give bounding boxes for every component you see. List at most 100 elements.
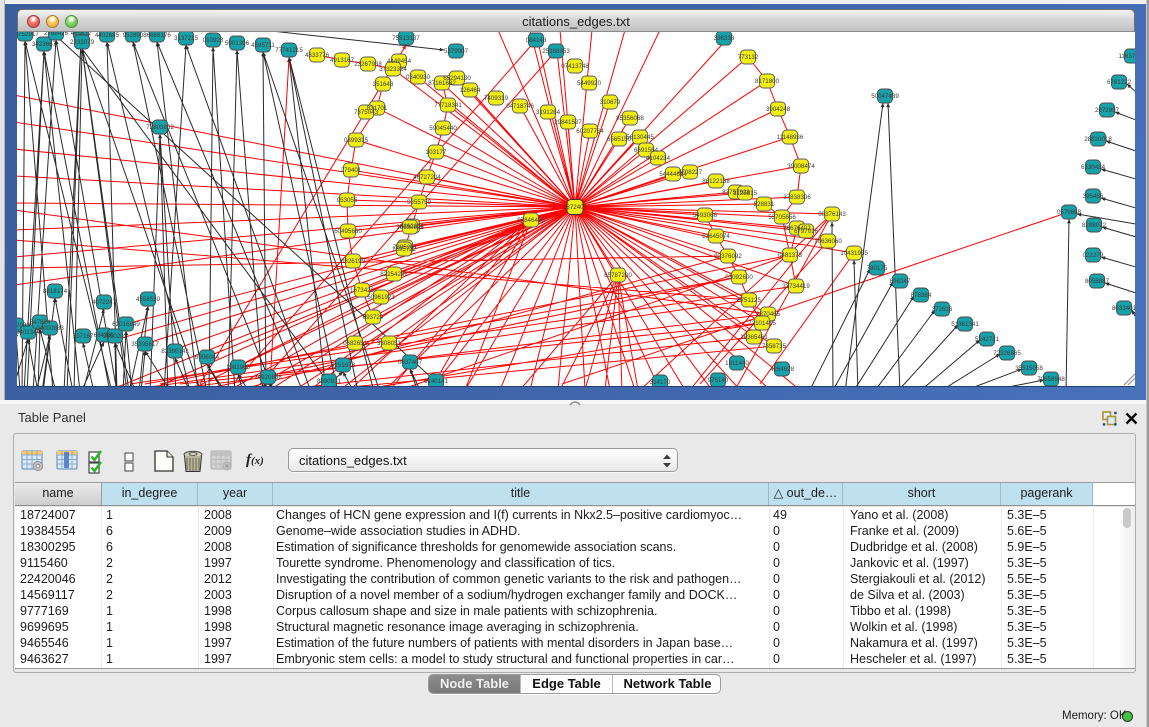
svg-text:59045440: 59045440 — [429, 125, 457, 132]
svg-text:53705656: 53705656 — [768, 214, 796, 221]
svg-text:2233079: 2233079 — [70, 39, 95, 46]
svg-text:7358735: 7358735 — [762, 343, 787, 350]
svg-text:60495660: 60495660 — [334, 228, 362, 235]
svg-text:4264628: 4264628 — [770, 366, 795, 373]
svg-text:50752917: 50752917 — [17, 32, 39, 38]
svg-text:3308051: 3308051 — [377, 340, 402, 347]
svg-text:2870465: 2870465 — [756, 311, 781, 318]
svg-text:773132: 773132 — [738, 54, 759, 61]
svg-text:0399315: 0399315 — [344, 137, 369, 144]
svg-text:4595711: 4595711 — [251, 42, 275, 49]
svg-text:50047439: 50047439 — [871, 93, 899, 100]
svg-text:1311440: 1311440 — [725, 360, 749, 367]
svg-text:4402685: 4402685 — [95, 32, 120, 39]
svg-text:24920868: 24920868 — [254, 374, 282, 381]
svg-text:2972997: 2972997 — [1095, 107, 1120, 114]
svg-text:6140141: 6140141 — [424, 378, 449, 385]
svg-text:51361341: 51361341 — [951, 321, 979, 328]
svg-text:86666176: 86666176 — [143, 32, 171, 39]
svg-text:72326865: 72326865 — [993, 350, 1021, 357]
svg-text:07413748: 07413748 — [561, 63, 589, 70]
svg-text:60207764: 60207764 — [576, 128, 604, 135]
svg-text:0837407: 0837407 — [398, 359, 423, 366]
svg-text:46727204: 46727204 — [413, 174, 441, 181]
svg-text:6797016: 6797016 — [794, 228, 819, 235]
svg-text:351643: 351643 — [373, 81, 394, 88]
svg-text:6330434: 6330434 — [1081, 164, 1106, 171]
svg-text:1695722: 1695722 — [392, 246, 417, 253]
svg-text:126464: 126464 — [460, 87, 481, 94]
svg-text:975140: 975140 — [708, 377, 729, 384]
svg-text:37323324: 37323324 — [379, 66, 407, 73]
svg-text:70658948: 70658948 — [1037, 376, 1065, 383]
svg-text:8890931: 8890931 — [317, 378, 342, 385]
svg-text:4072247: 4072247 — [92, 299, 117, 306]
svg-text:3137215: 3137215 — [174, 35, 199, 42]
svg-text:62016849: 62016849 — [112, 321, 140, 328]
svg-text:8171800: 8171800 — [755, 78, 780, 85]
svg-text:737167: 737167 — [73, 333, 94, 340]
svg-text:56130445: 56130445 — [626, 134, 654, 141]
svg-text:29841537: 29841537 — [554, 119, 582, 126]
svg-text:0340930: 0340930 — [406, 74, 431, 81]
svg-text:86122138: 86122138 — [702, 178, 730, 185]
svg-text:77718341: 77718341 — [434, 102, 462, 109]
svg-text:83380141: 83380141 — [161, 348, 189, 355]
svg-text:3125815: 3125815 — [733, 190, 758, 197]
svg-text:9355759: 9355759 — [407, 199, 432, 206]
svg-text:103177: 103177 — [426, 149, 447, 156]
svg-text:35205617: 35205617 — [131, 341, 159, 348]
svg-text:314170: 314170 — [650, 379, 671, 386]
svg-text:5901396: 5901396 — [225, 40, 250, 47]
svg-text:3191284: 3191284 — [536, 109, 561, 116]
svg-text:1982965: 1982965 — [226, 364, 251, 371]
svg-text:0682651: 0682651 — [343, 340, 368, 347]
svg-text:0481373: 0481373 — [778, 252, 803, 259]
svg-text:1673420: 1673420 — [350, 287, 375, 294]
svg-text:04000883: 04000883 — [36, 325, 64, 332]
svg-text:1872407: 1872407 — [563, 204, 588, 211]
svg-text:8288072: 8288072 — [1082, 222, 1107, 229]
svg-text:35515058: 35515058 — [1015, 365, 1043, 372]
svg-text:18365461: 18365461 — [740, 334, 768, 341]
svg-text:70636060: 70636060 — [814, 238, 842, 245]
svg-text:6751125: 6751125 — [737, 297, 761, 304]
svg-text:4913167: 4913167 — [330, 57, 355, 64]
svg-text:00376143: 00376143 — [818, 211, 846, 218]
svg-text:8058887: 8058887 — [1085, 278, 1110, 285]
svg-text:97846493: 97846493 — [517, 217, 545, 224]
svg-text:528831: 528831 — [754, 201, 775, 208]
svg-text:92376092: 92376092 — [714, 253, 742, 260]
svg-text:5242731: 5242731 — [975, 336, 1000, 343]
svg-text:36630626: 36630626 — [396, 224, 424, 231]
svg-text:4104234: 4104234 — [646, 155, 671, 162]
svg-text:04718746: 04718746 — [506, 103, 534, 110]
svg-text:50961923: 50961923 — [367, 294, 395, 301]
svg-text:465632: 465632 — [71, 32, 92, 37]
svg-text:279401: 279401 — [341, 167, 362, 174]
svg-text:2768426: 2768426 — [44, 32, 69, 37]
svg-text:3423667: 3423667 — [32, 41, 57, 48]
svg-text:83645074: 83645074 — [702, 233, 730, 240]
svg-text:3904248: 3904248 — [766, 106, 791, 113]
svg-text:03092600: 03092600 — [725, 274, 753, 281]
svg-text:8818174: 8818174 — [43, 288, 68, 295]
svg-text:65787200: 65787200 — [604, 272, 632, 279]
svg-text:336338: 336338 — [714, 35, 735, 42]
svg-text:022279: 022279 — [1083, 252, 1104, 259]
svg-text:0251678: 0251678 — [331, 362, 356, 369]
svg-text:54444634: 54444634 — [659, 171, 687, 178]
svg-text:7409319: 7409319 — [484, 95, 509, 102]
svg-text:87161682: 87161682 — [428, 80, 456, 87]
svg-text:28820018: 28820018 — [1084, 136, 1112, 143]
svg-text:10431955: 10431955 — [840, 250, 868, 257]
svg-text:11148936: 11148936 — [777, 134, 804, 141]
svg-text:5493066: 5493066 — [693, 212, 718, 219]
svg-text:010928: 010928 — [203, 37, 224, 44]
svg-text:780175: 780175 — [867, 265, 888, 272]
svg-text:6691564: 6691564 — [634, 147, 659, 154]
svg-text:37838306: 37838306 — [783, 194, 811, 201]
svg-text:23267938: 23267938 — [354, 61, 382, 68]
svg-text:4333776: 4333776 — [305, 52, 330, 59]
svg-text:7375043: 7375043 — [354, 109, 379, 116]
